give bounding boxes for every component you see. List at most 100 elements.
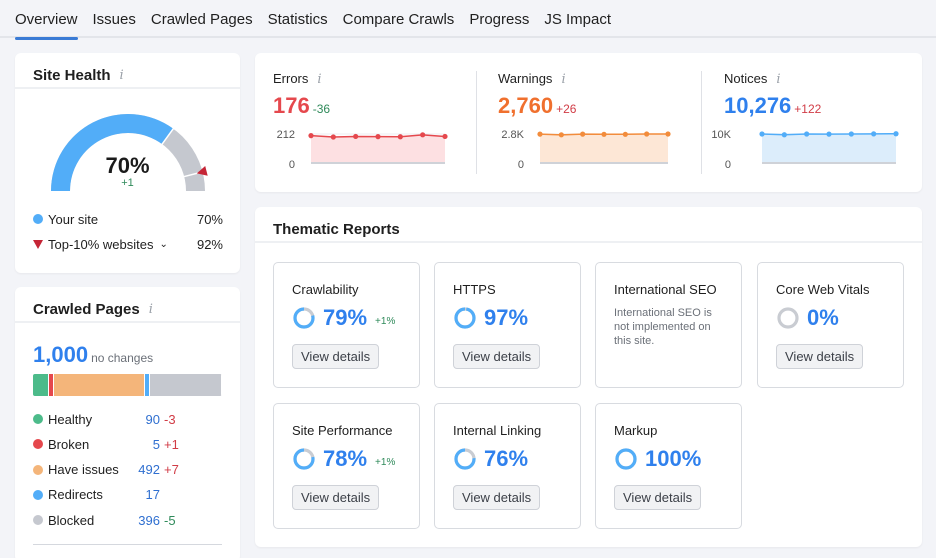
- crawled-pages-row-have-issues[interactable]: Have issues 492 +7: [33, 460, 203, 480]
- sparkline-point[interactable]: [308, 133, 314, 139]
- sparkline-point[interactable]: [375, 133, 381, 140]
- tab-js-impact[interactable]: JS Impact: [544, 0, 611, 38]
- row-value[interactable]: 5: [123, 437, 160, 452]
- sparkline-point[interactable]: [871, 131, 877, 137]
- tab-overview[interactable]: Overview: [15, 0, 78, 40]
- sparkline-point[interactable]: [442, 133, 448, 140]
- crawled-pages-row-broken[interactable]: Broken 5 +1: [33, 434, 203, 454]
- crawled-pages-title: Crawled Pages: [33, 300, 140, 318]
- view-details-button[interactable]: View details: [453, 344, 541, 369]
- bar-segment-healthy[interactable]: [33, 374, 50, 396]
- report-card-site-performance: Site Performance 78% +1% View details: [273, 403, 420, 529]
- info-icon[interactable]: i: [120, 68, 124, 83]
- row-value[interactable]: 492: [123, 462, 160, 477]
- row-label: Blocked: [48, 512, 95, 528]
- crawled-pages-row-redirects[interactable]: Redirects 17: [33, 485, 203, 505]
- metric-value[interactable]: 2,760 +26: [498, 93, 576, 119]
- report-title: Site Performance: [292, 423, 393, 438]
- tab-crawled-pages[interactable]: Crawled Pages: [151, 0, 253, 38]
- info-icon[interactable]: i: [317, 72, 321, 87]
- crawled-pages-bar: [33, 374, 222, 396]
- report-percent: 100%: [645, 446, 702, 471]
- row-label: Broken: [48, 436, 90, 452]
- bar-segment-have-issues[interactable]: [54, 374, 145, 396]
- sparkline-point[interactable]: [848, 131, 854, 137]
- info-icon[interactable]: i: [776, 72, 780, 87]
- report-card-crawlability: Crawlability 79% +1% View details: [273, 262, 420, 388]
- metric-notices: Notices i 10,276 +122 10K 0: [706, 53, 922, 192]
- tab-statistics[interactable]: Statistics: [268, 0, 328, 38]
- sparkline-point[interactable]: [330, 134, 336, 140]
- sparkline-point[interactable]: [804, 131, 810, 137]
- crawled-pages-row-healthy[interactable]: Healthy 90 -3: [33, 409, 203, 429]
- report-delta: +1%: [375, 456, 396, 468]
- metric-label-text: Notices: [724, 71, 768, 86]
- bar-segment-blocked[interactable]: [149, 374, 222, 396]
- donut-fill: [615, 448, 637, 470]
- view-details-button[interactable]: View details: [292, 485, 380, 510]
- notices-sparkline: [759, 131, 899, 164]
- report-title: HTTPS: [453, 282, 496, 297]
- status-dot-icon: [33, 515, 43, 526]
- sparkline-point[interactable]: [826, 131, 832, 137]
- thematic-reports-header: Thematic Reports: [255, 207, 922, 243]
- metric-value-text: 176: [273, 93, 310, 118]
- legend-value: 92%: [196, 236, 223, 252]
- metric-errors: Errors i 176 -36 212 0: [255, 53, 477, 192]
- crawled-pages-row-blocked[interactable]: Blocked 396 -5: [33, 510, 203, 530]
- info-icon[interactable]: i: [149, 302, 153, 317]
- metric-value-text: 2,760: [498, 93, 554, 118]
- sparkline-point[interactable]: [644, 131, 650, 137]
- metric-delta: +26: [556, 102, 577, 116]
- view-details-button[interactable]: View details: [292, 344, 380, 369]
- report-title: Markup: [614, 423, 658, 438]
- sparkline-point[interactable]: [759, 131, 765, 137]
- sparkline-point[interactable]: [353, 133, 359, 140]
- status-dot-icon: [33, 464, 43, 475]
- donut-progress-icon: [615, 448, 637, 470]
- view-details-button[interactable]: View details: [776, 344, 864, 369]
- sparkline-point[interactable]: [580, 131, 586, 137]
- crawled-pages-total[interactable]: 1,000 no changes: [33, 342, 153, 368]
- row-change: +1: [164, 436, 179, 452]
- chevron-down-icon[interactable]: ⌄: [160, 239, 168, 250]
- row-value[interactable]: 396: [123, 513, 160, 528]
- site-health-header: Site Health i: [15, 53, 240, 89]
- divider: [476, 71, 477, 174]
- report-title: Internal Linking: [453, 423, 542, 438]
- sparkline-point[interactable]: [558, 132, 564, 138]
- row-value[interactable]: 17: [123, 487, 160, 502]
- errors-sparkline: [308, 132, 448, 164]
- sparkline-point[interactable]: [397, 134, 403, 140]
- report-card-markup: Markup 100% View details: [595, 403, 742, 529]
- tab-issues[interactable]: Issues: [93, 0, 136, 38]
- row-value[interactable]: 90: [123, 412, 160, 427]
- thematic-reports-card: Thematic Reports Crawlability 79% +1% Vi…: [255, 207, 922, 547]
- sparkline-point[interactable]: [893, 131, 899, 137]
- legend-value: 70%: [196, 211, 223, 227]
- tab-compare-crawls[interactable]: Compare Crawls: [343, 0, 455, 38]
- sparkline-point[interactable]: [601, 131, 607, 137]
- tab-progress[interactable]: Progress: [469, 0, 529, 38]
- view-details-button[interactable]: View details: [453, 485, 541, 510]
- donut-progress-icon: [293, 307, 315, 329]
- metric-warnings: Warnings i 2,760 +26 2.8K 0: [480, 53, 705, 192]
- metric-label-text: Warnings: [498, 71, 553, 86]
- legend-label[interactable]: Top-10% websites: [48, 237, 154, 252]
- view-details-button[interactable]: View details: [614, 485, 702, 510]
- metric-value[interactable]: 10,276 +122: [724, 93, 821, 119]
- sparkline-point[interactable]: [665, 131, 671, 137]
- row-change: -3: [164, 411, 176, 427]
- sparkline-point[interactable]: [420, 132, 426, 138]
- sparkline-point[interactable]: [537, 131, 543, 137]
- report-percent: 78%: [323, 446, 368, 471]
- axis-max: 212: [276, 129, 295, 141]
- metric-value[interactable]: 176 -36: [273, 93, 330, 119]
- sparkline-point[interactable]: [622, 131, 628, 137]
- report-score: 100%: [614, 446, 701, 472]
- sparkline-point[interactable]: [781, 132, 787, 138]
- report-title: Core Web Vitals: [776, 282, 870, 297]
- total-value: 1,000: [33, 342, 89, 367]
- row-label: Healthy: [48, 411, 93, 427]
- info-icon[interactable]: i: [561, 72, 565, 87]
